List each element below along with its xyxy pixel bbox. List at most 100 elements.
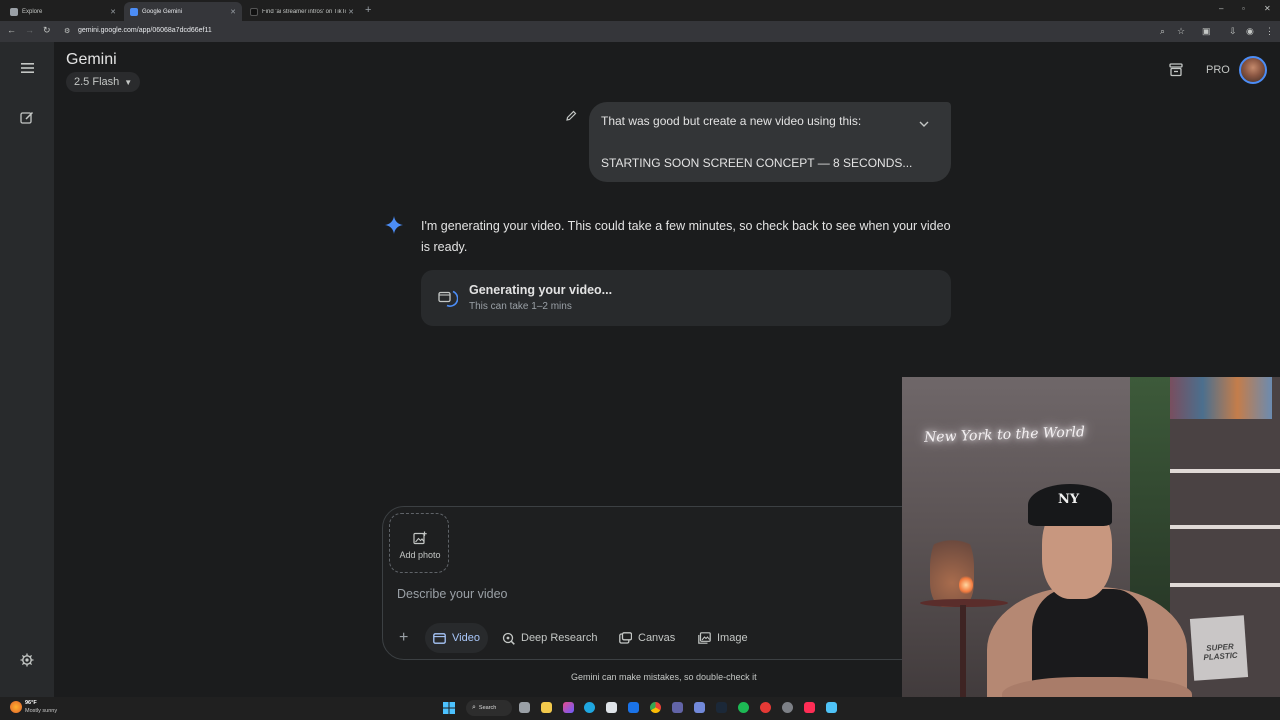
new-chat-icon[interactable] — [20, 111, 34, 125]
tool-deep-research[interactable]: Deep Research — [494, 623, 605, 653]
app-red-icon[interactable] — [760, 702, 771, 713]
neon-sign: New York to the World — [923, 424, 1086, 446]
edge-icon[interactable] — [584, 702, 595, 713]
model-label: 2.5 Flash — [74, 76, 120, 88]
site-info-icon[interactable]: ⚙ — [64, 27, 70, 35]
assistant-message: I'm generating your video. This could ta… — [421, 219, 951, 254]
discord-icon[interactable] — [694, 702, 705, 713]
poster-row — [1168, 377, 1272, 419]
maximize-icon[interactable]: ▫ — [1242, 4, 1245, 13]
tool-label: Image — [717, 632, 748, 644]
search-label: Search — [478, 705, 497, 711]
cap-logo: NY — [1058, 492, 1080, 507]
tool-image[interactable]: Image — [690, 623, 756, 653]
teams-icon[interactable] — [672, 702, 683, 713]
outlook-icon[interactable] — [628, 702, 639, 713]
user-message-bubble: That was good but create a new video usi… — [589, 102, 951, 182]
chrome-icon[interactable] — [650, 702, 661, 713]
deep-research-icon — [502, 632, 515, 645]
close-tab-icon[interactable]: ✕ — [110, 8, 116, 16]
windows-start-icon[interactable] — [443, 702, 455, 714]
box-text: SUPER PLASTIC — [1203, 641, 1238, 663]
tool-canvas[interactable]: Canvas — [611, 623, 683, 653]
task-view-icon[interactable] — [519, 702, 530, 713]
edit-pencil-icon[interactable] — [565, 110, 577, 122]
video-generation-card: Generating your video... This can take 1… — [421, 270, 951, 326]
explore-favicon-icon — [10, 7, 18, 16]
search-icon: ⌕ — [472, 704, 476, 711]
menu-kebab-icon[interactable]: ⋮ — [1265, 26, 1274, 37]
user-message-line: STARTING SOON SCREEN CONCEPT — 8 SECONDS… — [601, 156, 913, 170]
back-icon[interactable]: ← — [7, 25, 16, 35]
model-picker[interactable]: 2.5 Flash ▼ — [66, 72, 141, 92]
tab-title: Explore — [22, 8, 43, 15]
disclaimer-text: Gemini can make mistakes, so double-chec… — [571, 672, 757, 682]
baseball-cap: NY — [1028, 484, 1112, 526]
bookmark-star-icon[interactable]: ☆ — [1177, 26, 1185, 37]
downloads-icon[interactable]: ⇩ — [1229, 26, 1237, 37]
browser-tab-bar: Explore ✕ Google Gemini ✕ Find 'ai strea… — [0, 0, 1280, 21]
tool-video[interactable]: Video — [425, 623, 488, 653]
tiktok-app-icon[interactable] — [804, 702, 815, 713]
add-photo-label: Add photo — [399, 550, 441, 560]
new-tab-icon[interactable]: + — [365, 4, 371, 16]
extension-icon[interactable]: ▣ — [1202, 26, 1211, 37]
close-tab-icon[interactable]: ✕ — [230, 8, 236, 16]
browser-toolbar: ← → ↻ ⚙ gemini.google.com/app/06068a7dcd… — [0, 21, 1280, 42]
webcam-overlay: SUPER PLASTIC New York to the World NY — [902, 377, 1280, 720]
expand-chevron-icon[interactable] — [919, 121, 929, 128]
store-icon[interactable] — [606, 702, 617, 713]
notepad-icon[interactable] — [826, 702, 837, 713]
collectible-box: SUPER PLASTIC — [1189, 615, 1249, 681]
taskbar-search[interactable]: ⌕ Search — [466, 700, 512, 716]
add-files-button[interactable]: + — [393, 623, 419, 653]
hamburger-menu-icon[interactable] — [21, 63, 34, 73]
candle-lamp — [959, 575, 973, 595]
settings-gear-icon[interactable] — [20, 653, 34, 667]
file-explorer-icon[interactable] — [541, 702, 552, 713]
tool-label: Video — [452, 632, 480, 644]
pro-badge[interactable]: PRO — [1206, 64, 1230, 76]
windows-taskbar: 96°F Mostly sunny ⌕ Search — [0, 697, 1280, 720]
shelf — [1164, 469, 1280, 473]
steam-icon[interactable] — [716, 702, 727, 713]
add-image-icon — [413, 531, 427, 545]
pampas-decor — [930, 527, 974, 607]
shelf — [1164, 583, 1280, 587]
tab-google-gemini[interactable]: Google Gemini ✕ — [124, 2, 242, 21]
sidebar — [0, 42, 54, 697]
copilot-icon[interactable] — [563, 702, 574, 713]
user-avatar[interactable] — [1239, 56, 1267, 84]
weather-sun-icon — [10, 701, 22, 713]
zoom-icon[interactable]: ⌕ — [1160, 26, 1165, 37]
add-photo-button[interactable]: Add photo — [389, 513, 449, 573]
canvas-icon — [619, 632, 632, 644]
user-message-line: That was good but create a new video usi… — [601, 114, 862, 128]
video-progress-icon — [438, 290, 458, 307]
forward-icon[interactable]: → — [25, 25, 34, 35]
app-gray-icon[interactable] — [782, 702, 793, 713]
tab-tiktok[interactable]: Find 'ai streamer intros' on TikTok ✕ — [244, 2, 360, 21]
gemini-favicon-icon — [130, 7, 138, 16]
gemini-spark-icon — [385, 216, 403, 234]
shelf — [1164, 525, 1280, 529]
profile-icon[interactable]: ◉ — [1246, 26, 1254, 37]
video-icon — [433, 632, 446, 644]
reload-icon[interactable]: ↻ — [43, 25, 51, 36]
temporary-chat-icon[interactable] — [1169, 63, 1183, 77]
tab-explore[interactable]: Explore ✕ — [4, 2, 122, 21]
weather-temp[interactable]: 96°F — [25, 700, 37, 706]
close-window-icon[interactable]: ✕ — [1264, 4, 1271, 13]
spotify-icon[interactable] — [738, 702, 749, 713]
tool-label: Canvas — [638, 632, 676, 644]
tab-title: Google Gemini — [142, 8, 183, 15]
address-bar-url[interactable]: gemini.google.com/app/06068a7dcd66ef11 — [78, 27, 212, 34]
generation-subtitle: This can take 1–2 mins — [469, 301, 572, 312]
prompt-input[interactable]: Describe your video — [397, 587, 507, 601]
minimize-icon[interactable]: – — [1219, 4, 1223, 13]
tab-title: Find 'ai streamer intros' on TikTok — [262, 8, 346, 15]
tool-label: Deep Research — [521, 632, 598, 644]
weather-desc[interactable]: Mostly sunny — [25, 708, 57, 714]
close-tab-icon[interactable]: ✕ — [348, 8, 354, 16]
plus-icon: + — [399, 629, 409, 646]
